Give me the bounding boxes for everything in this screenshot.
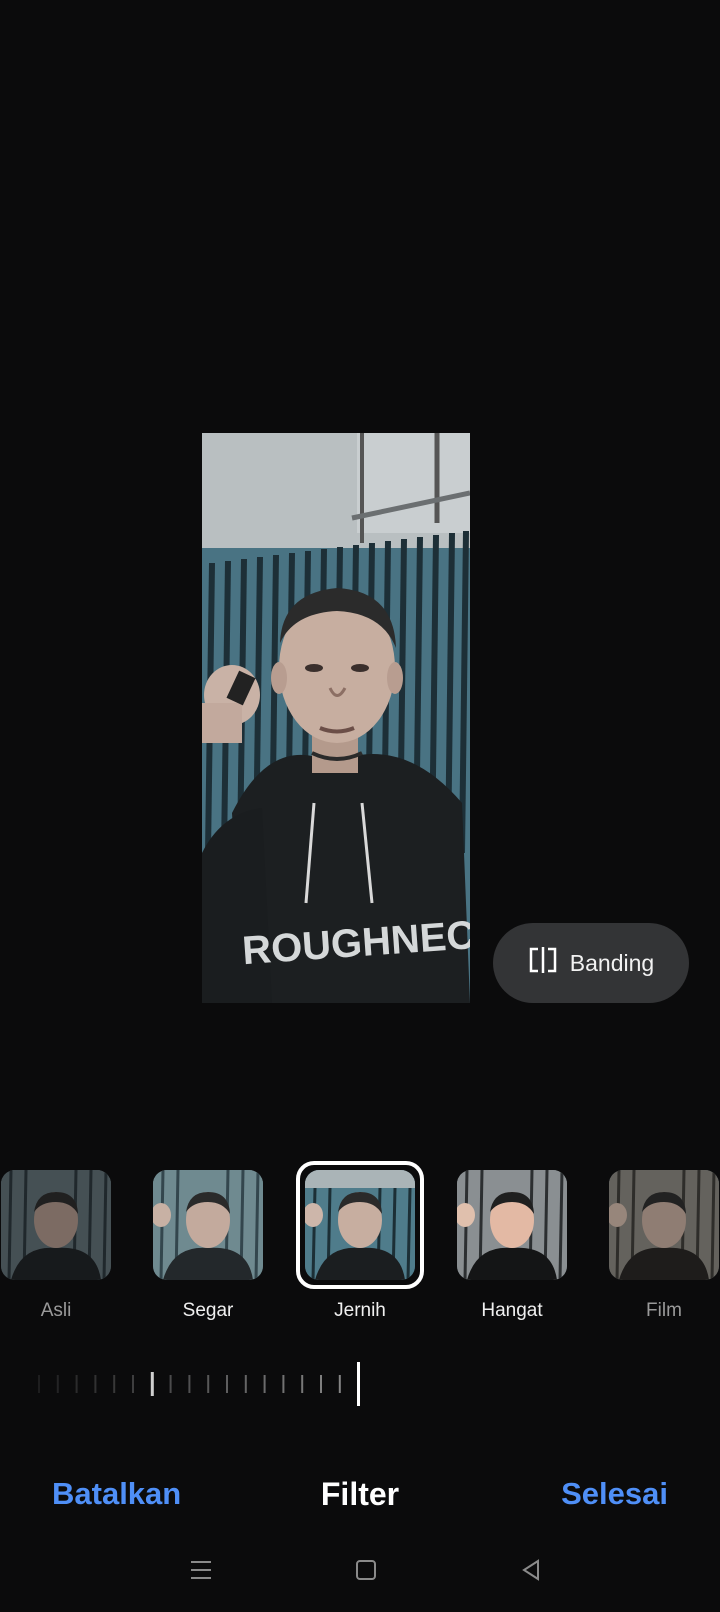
selected-filter-frame <box>296 1161 424 1289</box>
done-button[interactable]: Selesai <box>561 1476 668 1512</box>
system-nav-bar <box>0 1545 720 1595</box>
compare-button[interactable]: Banding <box>493 923 689 1003</box>
slider-tick <box>301 1375 304 1393</box>
filter-label: Segar <box>182 1300 234 1321</box>
slider-tick <box>75 1375 78 1393</box>
slider-tick <box>320 1375 322 1393</box>
filter-thumbnail <box>457 1170 567 1280</box>
slider-tick <box>113 1375 116 1393</box>
filter-asli[interactable]: Asli <box>1 1170 111 1322</box>
filter-thumbnail <box>305 1170 415 1280</box>
menu-icon[interactable] <box>186 1555 216 1585</box>
home-square-icon[interactable] <box>351 1555 381 1585</box>
slider-tick <box>56 1375 59 1393</box>
filter-label: Jernih <box>334 1300 386 1321</box>
bottom-action-bar: Batalkan Filter Selesai <box>0 1470 720 1530</box>
slider-tick <box>263 1375 266 1393</box>
filter-segar[interactable]: Segar <box>153 1170 263 1322</box>
filter-label: Hangat <box>481 1300 543 1321</box>
slider-tick <box>338 1375 341 1393</box>
slider-tick <box>132 1375 134 1393</box>
filter-film[interactable]: Film <box>609 1170 719 1322</box>
slider-tick <box>282 1375 285 1393</box>
intensity-slider[interactable] <box>36 1362 366 1406</box>
filter-label: Film <box>646 1300 682 1321</box>
photo-preview: ROUGHNECK <box>202 433 470 1003</box>
filter-jernih[interactable]: Jernih <box>296 1161 424 1322</box>
filter-thumbnail <box>1 1170 111 1280</box>
slider-tick <box>226 1375 228 1393</box>
filter-thumbnail <box>153 1170 263 1280</box>
slider-tick <box>38 1375 40 1393</box>
slider-tick <box>244 1375 247 1393</box>
filter-label: Asli <box>40 1300 72 1321</box>
filter-thumbnail <box>609 1170 719 1280</box>
compare-split-icon <box>528 947 558 979</box>
intensity-slider-thumb <box>357 1362 360 1406</box>
slider-tick <box>169 1375 172 1393</box>
photo-illustration: ROUGHNECK <box>202 433 470 1003</box>
back-triangle-icon[interactable] <box>516 1555 546 1585</box>
filter-hangat[interactable]: Hangat <box>457 1170 567 1322</box>
slider-tick <box>188 1375 191 1393</box>
filter-strip: Asli Segar Jernih Hangat Film <box>0 1161 720 1340</box>
compare-label: Banding <box>569 949 655 976</box>
slider-tick <box>207 1375 210 1393</box>
slider-tick <box>150 1372 154 1396</box>
slider-tick <box>94 1375 97 1393</box>
